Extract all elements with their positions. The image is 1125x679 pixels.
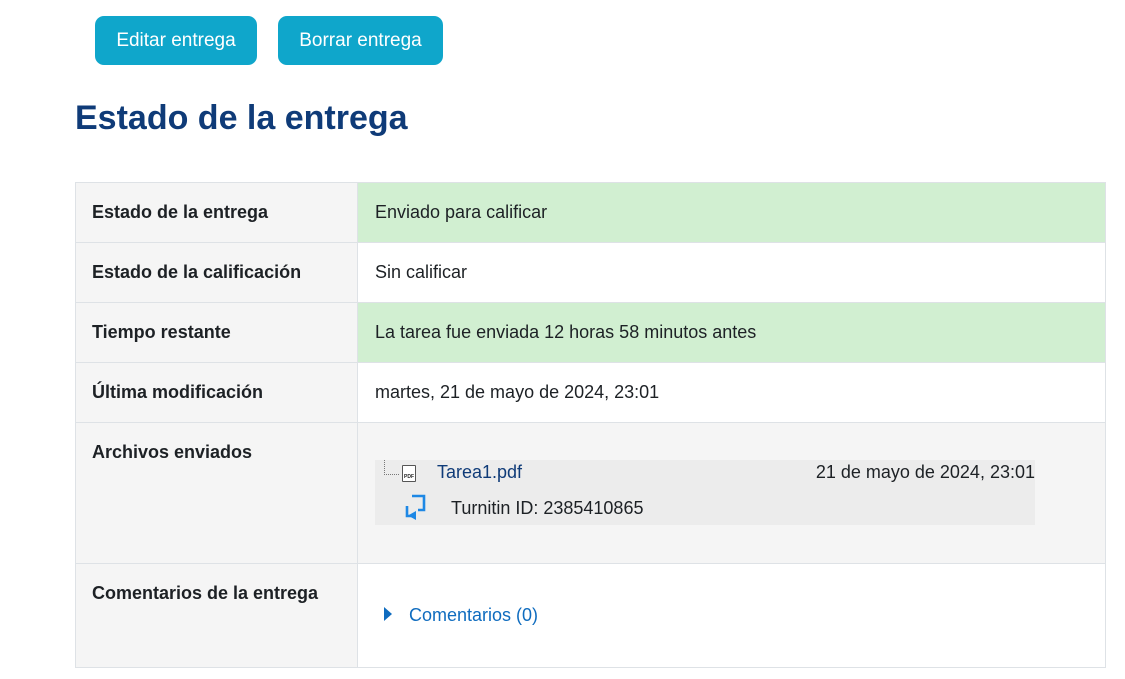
row-label-comments: Comentarios de la entrega — [75, 563, 358, 668]
file-link[interactable]: Tarea1.pdf — [437, 462, 522, 483]
row-label-last-modified: Última modificación — [75, 362, 358, 423]
turnitin-id: Turnitin ID: 2385410865 — [451, 498, 644, 518]
row-label-files: Archivos enviados — [75, 422, 358, 564]
table-row: Archivos enviados PDF Tarea1.pdf 21 de m… — [75, 422, 1106, 564]
file-tree: PDF Tarea1.pdf 21 de mayo de 2024, 23:01… — [375, 460, 1035, 525]
pdf-icon: PDF — [402, 465, 416, 482]
delete-submission-button[interactable]: Borrar entrega — [278, 16, 443, 65]
comments-toggle[interactable]: Comentarios (0) — [375, 605, 1088, 626]
caret-right-icon — [384, 606, 392, 621]
submission-status-value: Enviado para calificar — [357, 182, 1106, 243]
table-row: Estado de la calificación Sin calificar — [75, 242, 1106, 303]
row-label-time-remaining: Tiempo restante — [75, 302, 358, 363]
submitted-files-cell: PDF Tarea1.pdf 21 de mayo de 2024, 23:01… — [357, 422, 1106, 564]
table-row: Tiempo restante La tarea fue enviada 12 … — [75, 302, 1106, 363]
submission-status-table: Estado de la entrega Enviado para califi… — [75, 182, 1106, 668]
row-label-submission-status: Estado de la entrega — [75, 182, 358, 243]
table-row: Comentarios de la entrega Comentarios (0… — [75, 563, 1106, 668]
turnitin-icon[interactable] — [404, 494, 428, 522]
table-row: Estado de la entrega Enviado para califi… — [75, 182, 1106, 243]
edit-submission-button[interactable]: Editar entrega — [95, 16, 257, 65]
tree-connector — [384, 460, 399, 475]
comments-toggle-label: Comentarios (0) — [409, 605, 539, 625]
page-title: Estado de la entrega — [75, 99, 408, 137]
table-row: Última modificación martes, 21 de mayo d… — [75, 362, 1106, 423]
last-modified-value: martes, 21 de mayo de 2024, 23:01 — [357, 362, 1106, 423]
submission-actions: Editar entrega Borrar entrega — [95, 16, 443, 65]
time-remaining-value: La tarea fue enviada 12 horas 58 minutos… — [357, 302, 1106, 363]
file-date: 21 de mayo de 2024, 23:01 — [815, 462, 1035, 482]
comments-cell: Comentarios (0) — [357, 563, 1106, 668]
row-label-grading-status: Estado de la calificación — [75, 242, 358, 303]
grading-status-value: Sin calificar — [357, 242, 1106, 303]
